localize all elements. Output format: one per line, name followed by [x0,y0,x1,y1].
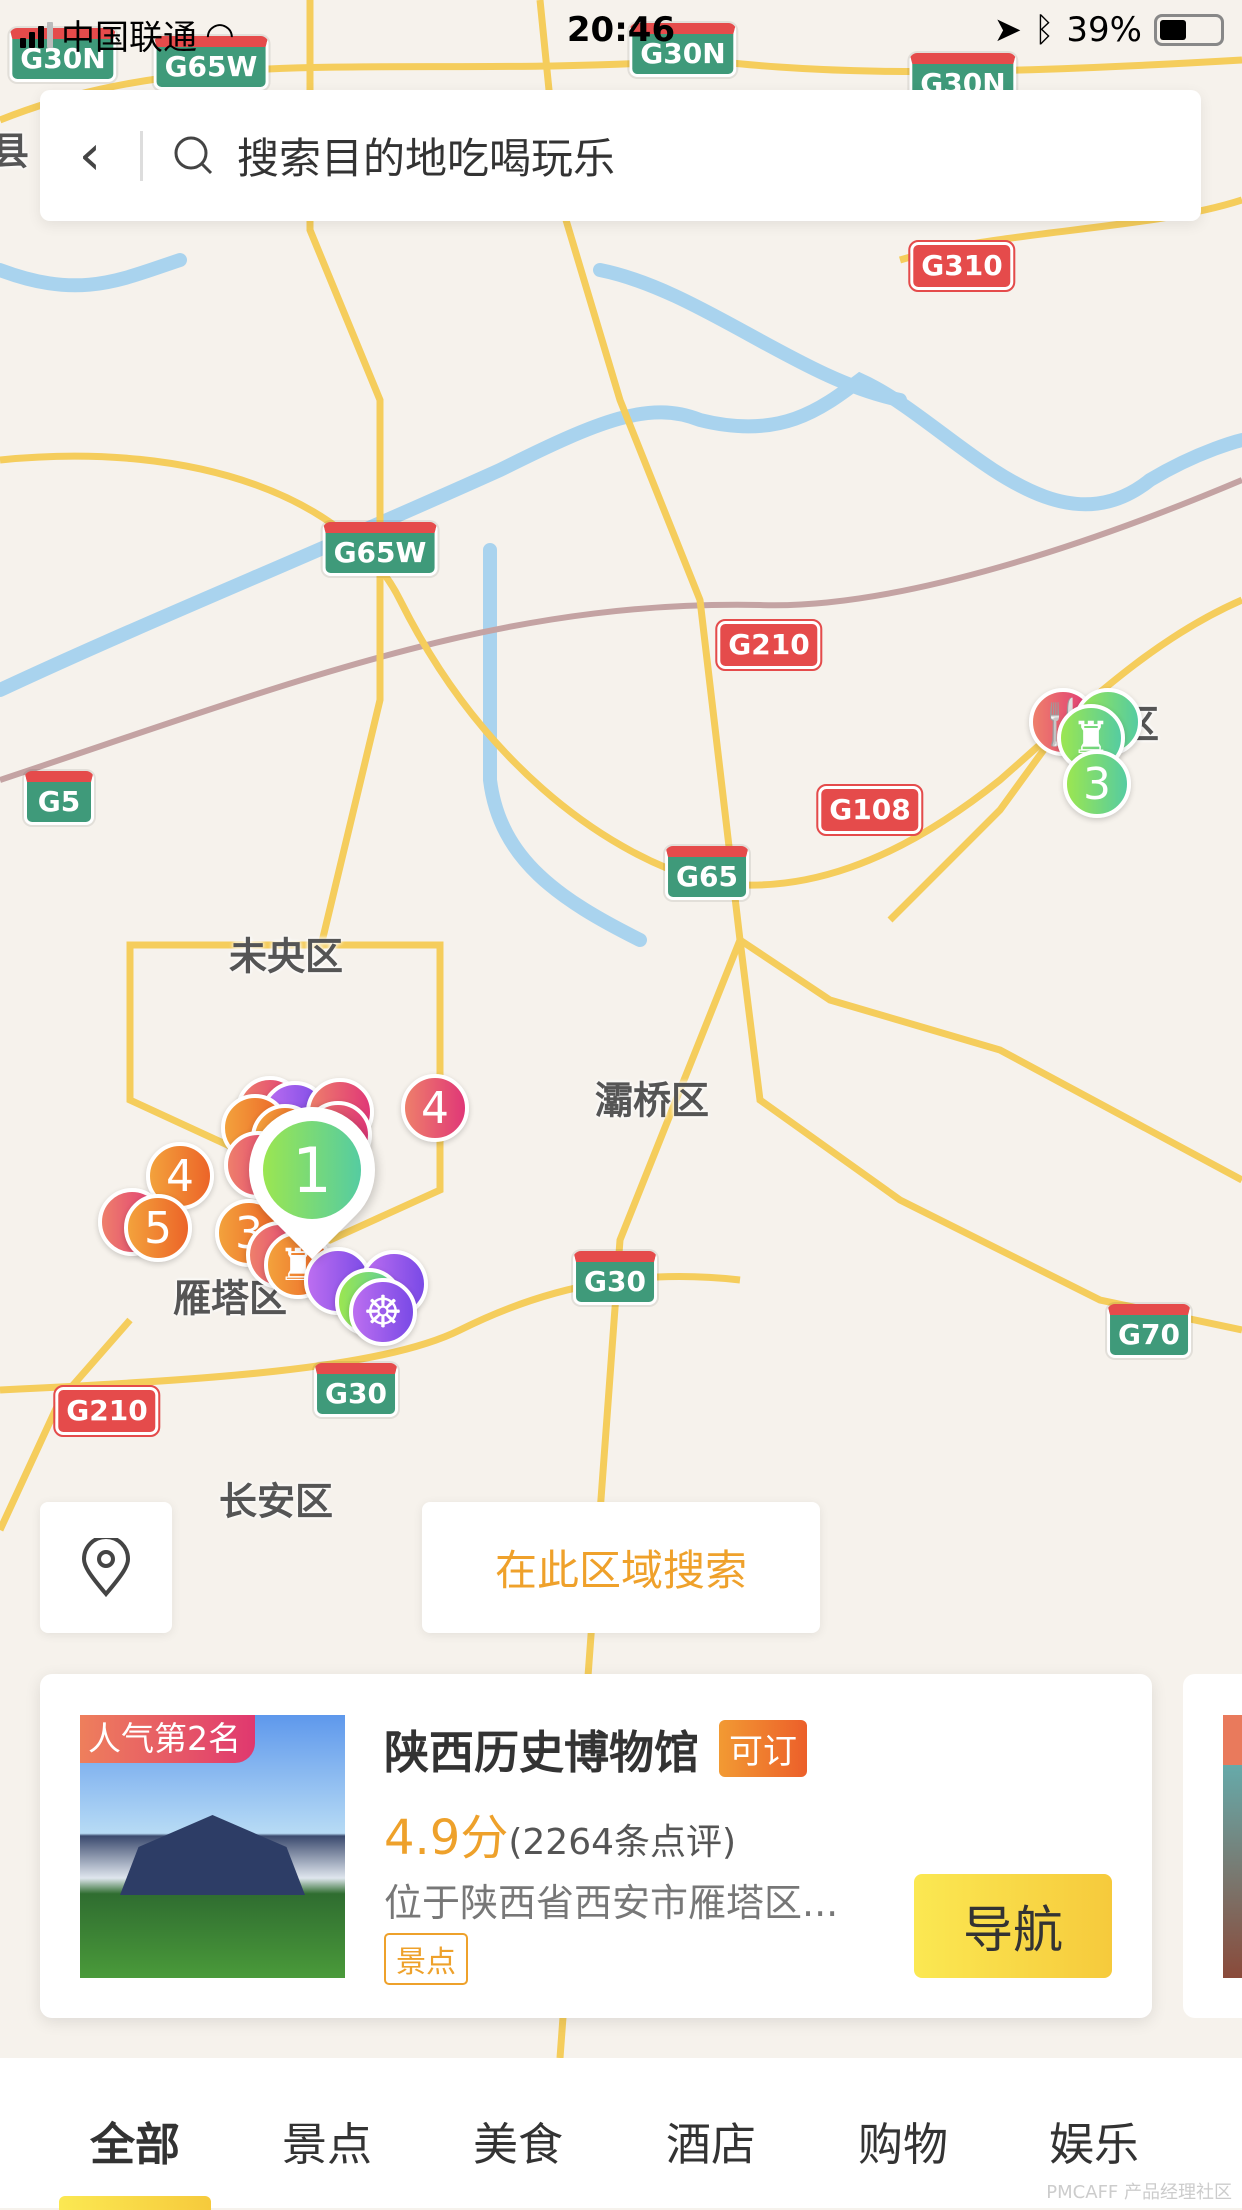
poi-card[interactable]: 人气第2名 陕西历史博物馆 可订 4.9分 (2264条点评) 位于陕西省西安市雁塔… [40,1674,1152,2018]
poi-image [1223,1715,1242,1978]
tab-entertainment[interactable]: 娱乐 [1049,2108,1139,2173]
map-marker[interactable]: 3 [1063,750,1131,818]
tab-all[interactable]: 全部 [90,2108,180,2173]
tab-food[interactable]: 美食 [473,2108,563,2173]
map-marker[interactable]: ☸ [349,1278,417,1346]
highway-shield: G210 [715,619,823,671]
rivers [0,253,1242,947]
tab-sights[interactable]: 景点 [282,2108,372,2173]
chevron-left-icon: ‹ [78,123,102,188]
status-bar: 中国联通 ◠ 20:46 ➤ ᛒ 39% [0,0,1242,60]
tab-shopping[interactable]: 购物 [858,2108,948,2173]
category-tabs: 全部 景点 美食 酒店 购物 娱乐 PMCAFF 产品经理社区 [0,2058,1242,2210]
search-icon [174,136,213,174]
bookable-badge: 可订 [719,1720,808,1777]
rank-badge: 人气第2名 [80,1715,255,1763]
back-button[interactable]: ‹ [40,90,140,221]
highway-shield: G210 [53,1385,161,1437]
review-count: (2264条点评) [508,1822,737,1863]
map-marker[interactable]: 5 [124,1194,192,1262]
location-pin-icon [81,1537,131,1597]
district-label: 长安区 [218,1479,334,1524]
highway-shield: G310 [908,240,1016,292]
highway-shield: G70 [1107,1304,1191,1358]
search-bar[interactable]: ‹ 搜索目的地吃喝玩乐 [40,90,1201,221]
highway-shield: G65W [322,522,438,576]
location-arrow-icon: ➤ [993,10,1023,50]
highway-shield: G30 [314,1363,398,1417]
highway-shield: G65 [665,846,749,900]
museum-building-image [120,1815,305,1895]
my-location-button[interactable] [40,1502,172,1633]
poi-address: 位于陕西省西安市雁塔区... [384,1881,839,1925]
poi-image: 人气第2名 [80,1715,345,1978]
poi-title: 陕西历史博物馆 [384,1726,700,1779]
highway-shield: G30 [573,1251,657,1305]
navigate-button[interactable]: 导航 [914,1874,1112,1978]
next-poi-card[interactable] [1183,1674,1242,2018]
bluetooth-icon: ᛒ [1034,10,1055,50]
district-label: 未央区 [228,934,344,979]
battery-percent: 39% [1066,10,1142,50]
category-tag: 景点 [384,1933,468,1985]
divider [140,130,143,181]
search-this-area-button[interactable]: 在此区域搜索 [422,1502,820,1633]
selected-marker-number[interactable]: 1 [263,1121,361,1219]
district-label: 灞桥区 [594,1078,710,1123]
rating-score: 4.9分 [384,1810,509,1866]
map-marker[interactable]: 4 [401,1074,469,1142]
ferris-wheel-icon: ☸ [363,1286,403,1338]
search-input[interactable]: 搜索目的地吃喝玩乐 [237,125,615,186]
tab-hotel[interactable]: 酒店 [666,2108,756,2173]
battery-icon [1154,14,1224,46]
watermark: PMCAFF 产品经理社区 [1046,2182,1232,2203]
district-label: 县 [0,129,30,174]
highway-shield: G5 [24,771,94,825]
highway-shield: G108 [816,784,924,836]
